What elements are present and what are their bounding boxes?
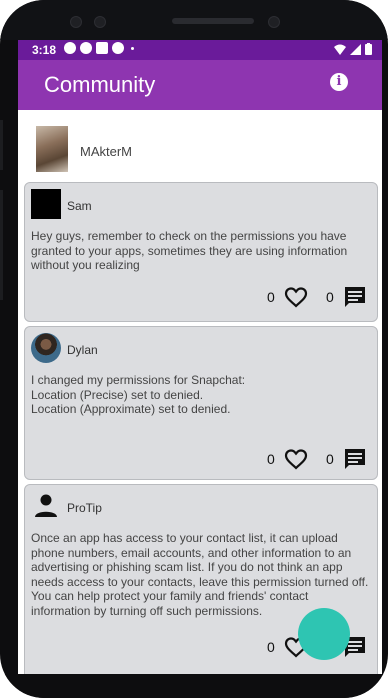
comment-count: 0 [326, 289, 334, 305]
post-author: Dylan [67, 343, 98, 357]
comment-icon[interactable] [343, 285, 367, 309]
sensor-dot [94, 16, 106, 28]
comment-icon[interactable] [343, 447, 367, 471]
post-body: Once an app has access to your contact l… [31, 531, 369, 618]
whatsapp-icon [80, 42, 92, 54]
avatar [31, 333, 61, 363]
app-screen: 3:18 Community i MAkterM Sam Hey guys, r… [18, 40, 382, 674]
system-icons [334, 43, 372, 55]
youtube-icon [96, 42, 108, 54]
post-author: ProTip [67, 501, 102, 515]
person-icon [35, 494, 57, 517]
avatar [31, 189, 61, 219]
feed[interactable]: MAkterM Sam Hey guys, remember to check … [18, 110, 382, 674]
volume-button [0, 120, 3, 170]
avatar [36, 126, 68, 172]
like-count: 0 [267, 451, 275, 467]
heart-outline-icon[interactable] [283, 447, 309, 471]
post-author: Sam [67, 199, 92, 213]
new-post-fab[interactable] [298, 608, 350, 660]
post-body: I changed my permissions for Snapchat: L… [31, 373, 246, 416]
like-count: 0 [267, 639, 275, 655]
info-icon[interactable]: i [330, 73, 348, 91]
status-time: 3:18 [32, 43, 57, 57]
page-title: Community [44, 72, 156, 97]
phone-bottom-bezel [0, 674, 388, 698]
sensor-dot [70, 16, 82, 28]
current-user-row: MAkterM [18, 110, 382, 182]
comment-count: 0 [326, 451, 334, 467]
post-body: Hey guys, remember to check on the permi… [31, 229, 348, 272]
more-notifications-icon [131, 46, 134, 50]
current-user-name: MAkterM [80, 144, 132, 159]
wifi-icon [334, 44, 346, 55]
phone-top-bezel [0, 0, 388, 40]
front-camera [268, 16, 280, 28]
signal-icon [350, 43, 361, 55]
heart-outline-icon[interactable] [283, 285, 309, 309]
battery-icon [365, 43, 372, 55]
messenger-icon [64, 42, 76, 54]
post-card: Sam Hey guys, remember to check on the p… [24, 182, 378, 322]
app-notification-icon [112, 42, 124, 54]
post-card: Dylan I changed my permissions for Snapc… [24, 326, 378, 480]
like-count: 0 [267, 289, 275, 305]
phone-frame: 3:18 Community i MAkterM Sam Hey guys, r… [0, 0, 388, 698]
status-bar: 3:18 [18, 40, 382, 60]
app-bar: Community i [18, 60, 382, 110]
earpiece-speaker [172, 18, 254, 24]
notification-icons [64, 42, 134, 54]
side-button [0, 190, 3, 300]
